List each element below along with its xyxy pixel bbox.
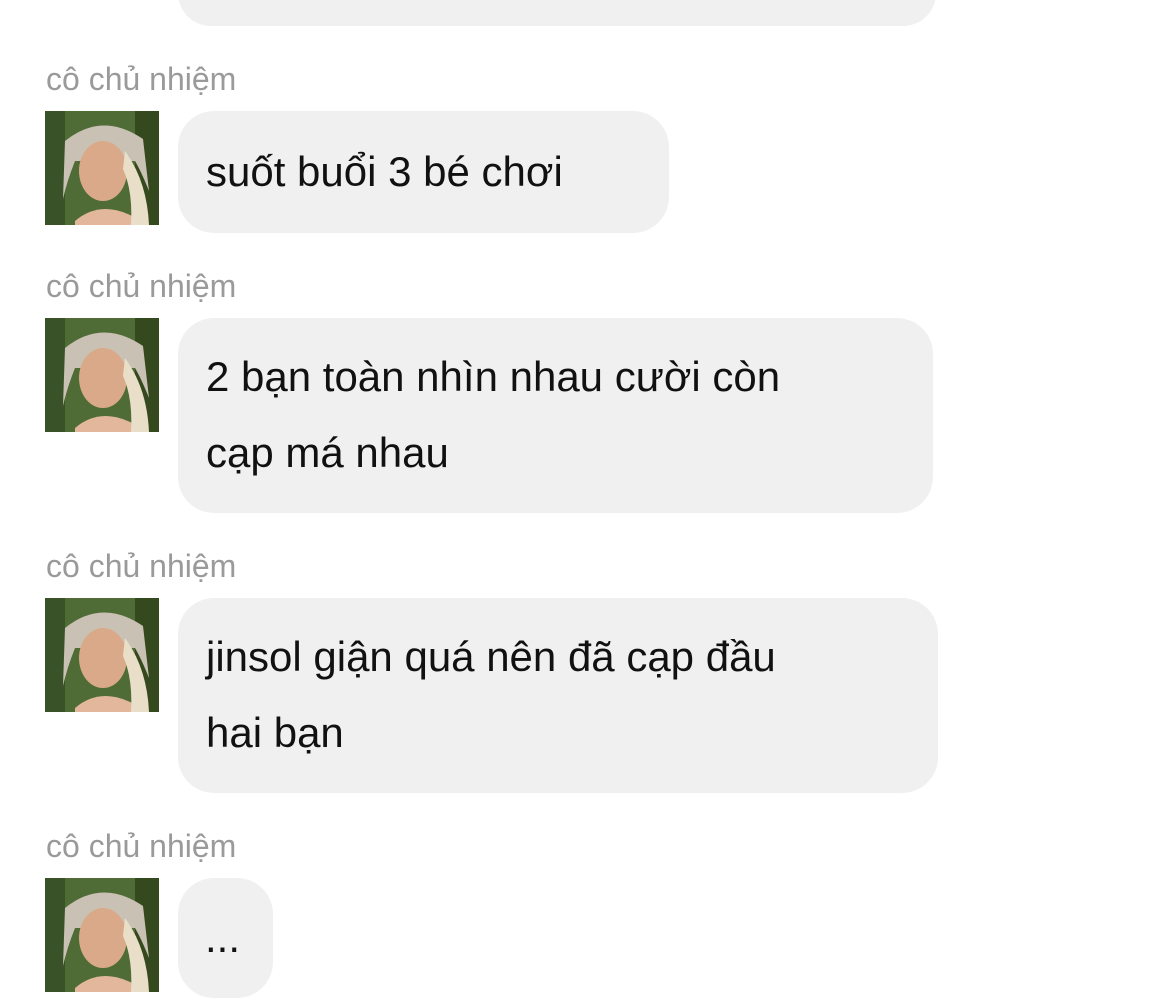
message-bubble[interactable]: 2 bạn toàn nhìn nhau cười còn cạp má nha…: [178, 318, 933, 513]
message-text-line: 2 bạn toàn nhìn nhau cười còn: [206, 353, 781, 400]
avatar-photo-icon: [45, 598, 159, 712]
sender-name: cô chủ nhiệm: [46, 548, 237, 584]
sender-name: cô chủ nhiệm: [46, 268, 237, 304]
sender-name: cô chủ nhiệm: [46, 61, 237, 97]
message-text: ...: [205, 914, 241, 961]
avatar-photo-icon: [45, 878, 159, 992]
avatar[interactable]: [45, 878, 159, 992]
message-bubble-partial[interactable]: [178, 0, 936, 26]
message-bubble[interactable]: jinsol giận quá nên đã cạp đầu hai bạn: [178, 598, 938, 793]
message-bubble[interactable]: ...: [178, 878, 273, 998]
message-text-line: jinsol giận quá nên đã cạp đầu: [206, 633, 776, 680]
message-text-line: cạp má nhau: [206, 429, 449, 476]
sender-name: cô chủ nhiệm: [46, 828, 237, 864]
chat-screen: { "messages": [ { "sender": "", "lines":…: [0, 0, 1170, 998]
avatar-photo-icon: [45, 111, 159, 225]
avatar[interactable]: [45, 598, 159, 712]
message-text-line: hai bạn: [206, 709, 344, 756]
message-bubble[interactable]: suốt buổi 3 bé chơi: [178, 111, 669, 233]
avatar-photo-icon: [45, 318, 159, 432]
message-text: suốt buổi 3 bé chơi: [206, 148, 563, 195]
avatar[interactable]: [45, 318, 159, 432]
avatar[interactable]: [45, 111, 159, 225]
